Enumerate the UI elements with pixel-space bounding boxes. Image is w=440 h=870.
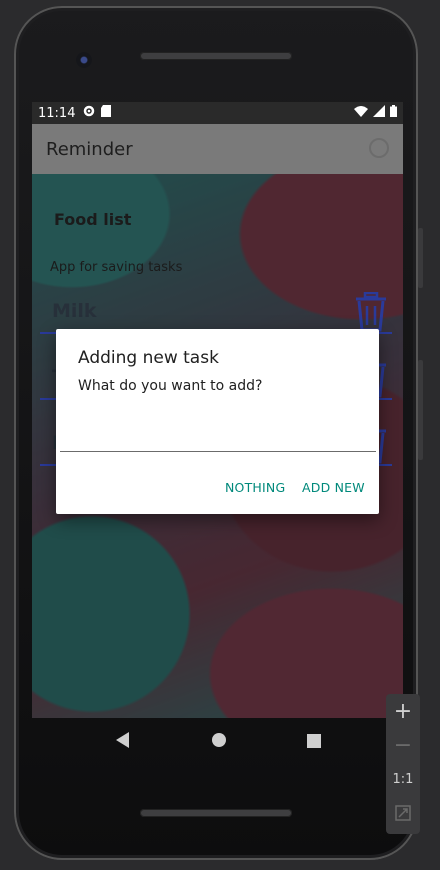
settings-icon xyxy=(83,105,95,121)
dialog-title: Adding new task xyxy=(78,348,219,368)
recents-icon[interactable] xyxy=(306,733,321,752)
dialog-message: What do you want to add? xyxy=(78,378,263,394)
battery-icon xyxy=(390,105,397,121)
back-icon[interactable] xyxy=(115,732,131,752)
signal-icon xyxy=(373,105,385,121)
zoom-ratio-button[interactable]: 1:1 xyxy=(386,762,420,796)
add-task-dialog: Adding new task What do you want to add?… xyxy=(56,329,379,514)
top-speaker xyxy=(140,52,292,60)
app-bar: Reminder xyxy=(32,124,403,174)
list-subtitle: App for saving tasks xyxy=(50,260,183,275)
status-time: 11:14 xyxy=(38,105,76,121)
status-bar: 11:14 xyxy=(32,102,403,124)
power-button xyxy=(418,360,423,460)
app-title: Reminder xyxy=(46,138,133,160)
nothing-button[interactable]: NOTHING xyxy=(225,480,285,495)
task-text: Milk xyxy=(52,300,97,322)
volume-button xyxy=(418,228,423,288)
home-icon[interactable] xyxy=(211,732,227,752)
overflow-icon[interactable] xyxy=(369,138,389,158)
task-input[interactable] xyxy=(60,419,376,452)
navigation-bar xyxy=(32,718,403,766)
emulator-zoom-controls: + − 1:1 xyxy=(386,694,420,834)
add-new-button[interactable]: ADD NEW xyxy=(302,480,365,495)
bottom-speaker xyxy=(140,809,292,817)
wifi-icon xyxy=(354,105,368,121)
front-camera xyxy=(76,52,92,68)
list-title: Food list xyxy=(54,210,132,229)
sd-card-icon xyxy=(101,105,112,121)
fit-screen-icon[interactable] xyxy=(386,796,420,830)
zoom-in-button[interactable]: + xyxy=(386,694,420,728)
device-screen: 11:14 Reminder Food list App for saving … xyxy=(32,102,403,718)
zoom-out-button[interactable]: − xyxy=(386,728,420,762)
